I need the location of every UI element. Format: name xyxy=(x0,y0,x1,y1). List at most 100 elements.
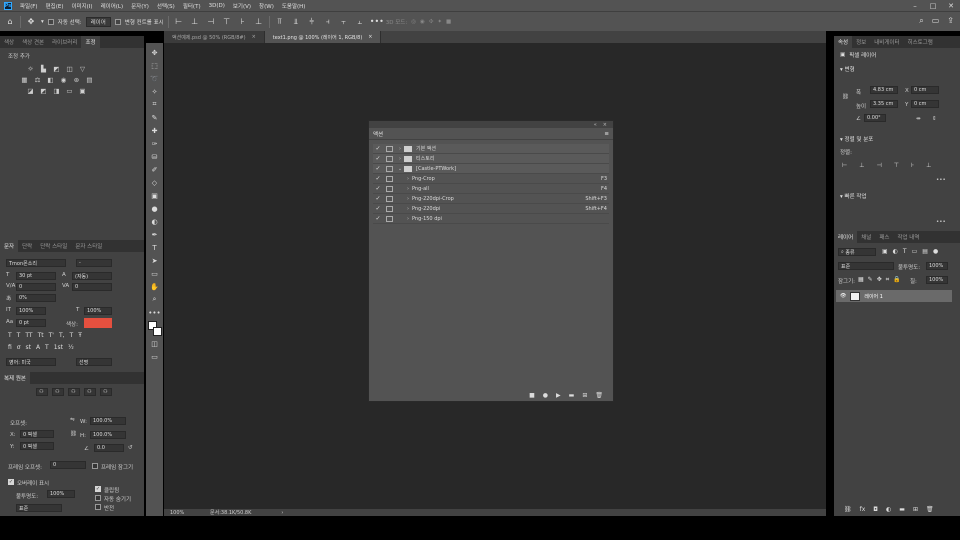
brush-tool-icon[interactable]: ✑ xyxy=(152,137,158,150)
chevron-right-icon[interactable]: › xyxy=(404,176,412,182)
stamp-tool-icon[interactable]: ⛁ xyxy=(152,150,158,163)
filter-toggle-icon[interactable]: ● xyxy=(933,248,938,255)
distribute-left-icon[interactable]: ⫞ xyxy=(322,17,334,27)
transform-controls-checkbox[interactable] xyxy=(114,18,121,25)
distribute-vcenter-icon[interactable]: ⫫ xyxy=(290,17,302,27)
action-row[interactable]: ✓ › Png-Crop F3 xyxy=(373,174,609,184)
clone-source-3-icon[interactable]: ⚇ xyxy=(68,388,80,396)
color-balance-icon[interactable]: ⚖ xyxy=(33,76,42,84)
action-set-row[interactable]: ✓ ⌄ [Castle-PTWork] xyxy=(373,164,609,174)
dialog-toggle-icon[interactable] xyxy=(386,145,393,152)
menu-view[interactable]: 보기(V) xyxy=(229,2,255,10)
align-left-icon[interactable]: ⊢ xyxy=(842,162,847,169)
close-icon[interactable]: × xyxy=(368,34,372,40)
all-caps-icon[interactable]: TT xyxy=(25,332,32,339)
menu-layer[interactable]: 레이어(L) xyxy=(97,2,128,10)
menu-3d[interactable]: 3D(D) xyxy=(205,3,229,9)
flip-vertical-icon[interactable]: ⇕ xyxy=(932,116,937,122)
lock-image-icon[interactable]: ✎ xyxy=(868,276,873,284)
tab-libraries[interactable]: 라이브러리 xyxy=(48,36,81,48)
more-icon[interactable]: ••• xyxy=(936,219,946,225)
panel-header[interactable]: « × xyxy=(369,121,613,128)
align-bottom-icon[interactable]: ⊥ xyxy=(253,17,265,26)
frame-offset-field[interactable]: 0 xyxy=(50,461,86,469)
action-set-row[interactable]: ✓ › 티스토리 xyxy=(373,154,609,164)
align-vcenter-icon[interactable]: ⊦ xyxy=(911,162,914,169)
3d-pan-icon[interactable]: ✣ xyxy=(429,19,434,25)
toggle-check-icon[interactable]: ✓ xyxy=(373,205,383,212)
actions-panel-title[interactable]: 액션 xyxy=(373,130,383,138)
color-swatches[interactable] xyxy=(147,321,162,337)
search-icon[interactable]: ⌕ xyxy=(919,16,923,26)
layer-effects-icon[interactable]: fx xyxy=(860,506,866,513)
layer-filter-select[interactable]: ⌕ 종류 xyxy=(838,248,876,256)
layer-mask-icon[interactable]: ◘ xyxy=(873,506,878,513)
black-white-icon[interactable]: ◧ xyxy=(46,76,55,84)
crop-tool-icon[interactable]: ⌗ xyxy=(153,98,157,111)
tab-character[interactable]: 문자 xyxy=(0,240,19,252)
move-tool-icon[interactable]: ✥ xyxy=(152,46,158,59)
workspace-icon[interactable]: ▭ xyxy=(932,16,940,26)
close-icon[interactable]: × xyxy=(252,34,256,40)
height-scale-field[interactable]: 100.0% xyxy=(90,431,126,439)
action-row[interactable]: ✓ › Png-220dpi-Crop Shift+F3 xyxy=(373,194,609,204)
chevron-right-icon[interactable]: › xyxy=(404,206,412,212)
close-icon[interactable]: ✕ xyxy=(942,0,960,11)
superscript-icon[interactable]: T' xyxy=(49,332,54,339)
color-lookup-icon[interactable]: ▤ xyxy=(85,76,94,84)
menu-filter[interactable]: 필터(T) xyxy=(179,2,205,10)
toggle-check-icon[interactable]: ✓ xyxy=(373,165,383,172)
collapse-icon[interactable]: « xyxy=(594,122,597,128)
posterize-icon[interactable]: ◩ xyxy=(39,87,48,95)
chevron-down-icon[interactable]: ⌄ xyxy=(396,166,404,172)
align-section-title[interactable]: ▾ 정렬 및 분포 xyxy=(834,132,879,146)
hue-saturation-icon[interactable]: ▦ xyxy=(20,76,29,84)
action-row[interactable]: ✓ › Png-220dpi Shift+F4 xyxy=(373,204,609,214)
magic-wand-tool-icon[interactable]: ✧ xyxy=(152,85,158,98)
font-style-select[interactable]: - xyxy=(76,259,112,267)
link-layers-icon[interactable]: ⛓ xyxy=(844,506,852,513)
link-dimensions-icon[interactable]: ⛓ xyxy=(842,94,849,100)
levels-icon[interactable]: ▙ xyxy=(39,65,48,73)
lock-artboard-icon[interactable]: ⌗ xyxy=(886,276,889,284)
chevron-down-icon[interactable]: ▾ xyxy=(41,19,44,25)
tab-layers[interactable]: 레이어 xyxy=(834,231,858,243)
filter-type-icon[interactable]: T xyxy=(903,248,907,255)
toggle-check-icon[interactable]: ✓ xyxy=(373,175,383,182)
chevron-right-icon[interactable]: › xyxy=(396,156,404,162)
new-set-icon[interactable]: ▬ xyxy=(569,392,575,399)
channel-mixer-icon[interactable]: ⊛ xyxy=(72,76,81,84)
zoom-tool-icon[interactable]: ⌕ xyxy=(153,293,157,306)
filter-shape-icon[interactable]: ▭ xyxy=(912,248,918,255)
underline-icon[interactable]: T xyxy=(70,332,74,339)
layer-opacity-field[interactable]: 100% xyxy=(926,262,948,270)
tab-info[interactable]: 정보 xyxy=(852,36,870,48)
flip-h-icon[interactable]: ⇋ xyxy=(70,417,75,423)
strikethrough-icon[interactable]: Ŧ xyxy=(78,332,82,339)
filter-smart-icon[interactable]: ▤ xyxy=(922,248,928,255)
tab-paragraph[interactable]: 단락 xyxy=(18,240,36,252)
tab-document-2[interactable]: text1.png @ 100% (레이어 1, RGB/8) × xyxy=(264,31,382,43)
marquee-tool-icon[interactable]: ⬚ xyxy=(151,59,158,72)
overlay-mode-select[interactable]: 표준 xyxy=(16,504,62,512)
tab-clone-source[interactable]: 복제 원본 xyxy=(0,372,30,384)
faux-italic-icon[interactable]: T xyxy=(17,332,21,339)
eyedropper-tool-icon[interactable]: ✎ xyxy=(152,111,158,124)
gradient-map-icon[interactable]: ▭ xyxy=(65,87,74,95)
tab-paragraph-styles[interactable]: 단락 스타일 xyxy=(36,240,71,252)
chevron-right-icon[interactable]: › xyxy=(404,216,412,222)
align-right-icon[interactable]: ⊣ xyxy=(876,162,881,169)
screen-mode-icon[interactable]: ▭ xyxy=(151,350,158,363)
offset-x-field[interactable]: 0 픽셀 xyxy=(20,430,54,438)
dialog-toggle-icon[interactable] xyxy=(386,185,393,192)
auto-hide-checkbox[interactable] xyxy=(95,495,101,501)
chevron-right-icon[interactable]: › xyxy=(396,146,404,152)
threshold-icon[interactable]: ◨ xyxy=(52,87,61,95)
old-style-icon[interactable]: ơ xyxy=(17,344,21,351)
tab-swatches[interactable]: 색상 견본 xyxy=(18,36,48,48)
home-icon[interactable]: ⌂ xyxy=(4,17,16,26)
ordinals-icon[interactable]: 1st xyxy=(54,344,63,351)
layer-row[interactable]: 👁 레이어 1 xyxy=(836,290,952,302)
distribute-top-icon[interactable]: ⫪ xyxy=(274,17,286,27)
frame-lock-checkbox[interactable] xyxy=(92,463,98,469)
